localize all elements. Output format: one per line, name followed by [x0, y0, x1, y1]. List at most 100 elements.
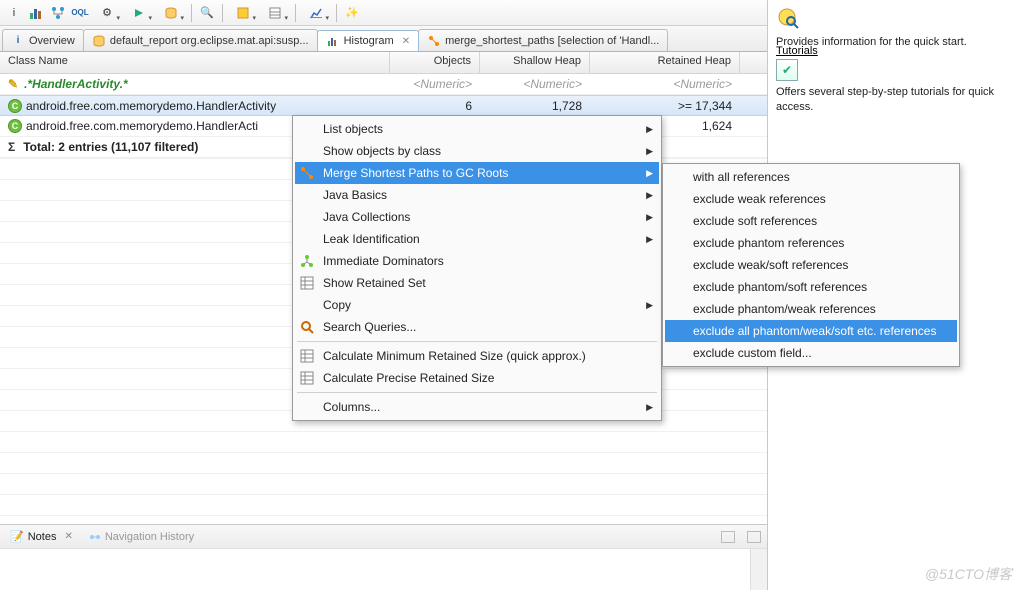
- class-icon: C: [8, 119, 22, 133]
- tutorials-icon[interactable]: ✔: [776, 59, 798, 81]
- path-icon: [299, 165, 315, 181]
- tab-overview[interactable]: i Overview: [2, 29, 84, 51]
- path-icon: [427, 34, 441, 48]
- menu-item-label: Leak Identification: [323, 232, 420, 246]
- regex-icon: ✎: [8, 77, 18, 91]
- menu-item-label: exclude soft references: [693, 214, 817, 228]
- oql-icon[interactable]: OQL: [70, 3, 90, 23]
- menu-item-label: Immediate Dominators: [323, 254, 444, 268]
- wand-icon[interactable]: ✨: [342, 3, 362, 23]
- close-icon[interactable]: ✕: [402, 36, 410, 47]
- menu-item-label: Calculate Minimum Retained Size (quick a…: [323, 349, 586, 363]
- search-icon[interactable]: 🔍: [197, 3, 217, 23]
- context-menu: List objects▶Show objects by class▶Merge…: [292, 115, 662, 421]
- numeric-filter[interactable]: <Numeric>: [480, 77, 590, 91]
- class-icon: C: [8, 99, 22, 113]
- info-icon[interactable]: i: [4, 3, 24, 23]
- menu-item[interactable]: Immediate Dominators: [295, 250, 659, 272]
- numeric-filter[interactable]: <Numeric>: [390, 77, 480, 91]
- menu-item-label: exclude all phantom/weak/soft etc. refer…: [693, 324, 936, 338]
- menu-item[interactable]: Show Retained Set: [295, 272, 659, 294]
- menu-item[interactable]: Calculate Minimum Retained Size (quick a…: [295, 345, 659, 367]
- gear-icon[interactable]: ⚙: [92, 3, 122, 23]
- menu-item-label: Calculate Precise Retained Size: [323, 371, 494, 385]
- main-toolbar: i OQL ⚙ 🔍 ✨: [0, 0, 767, 26]
- grid-icon: [299, 370, 315, 386]
- note-icon: 📝: [10, 530, 24, 543]
- menu-item[interactable]: exclude phantom/weak references: [665, 298, 957, 320]
- notes-view[interactable]: ▴: [0, 548, 767, 590]
- tab-navigation-history[interactable]: Navigation History: [85, 529, 198, 545]
- menu-item[interactable]: Show objects by class▶: [295, 140, 659, 162]
- menu-item[interactable]: with all references: [665, 166, 957, 188]
- tab-merge-shortest-paths[interactable]: merge_shortest_paths [selection of 'Hand…: [418, 29, 668, 51]
- menu-item[interactable]: exclude soft references: [665, 210, 957, 232]
- class-name-cell: android.free.com.memorydemo.HandlerActi: [26, 119, 258, 133]
- table-icon[interactable]: [260, 3, 290, 23]
- menu-item-label: Java Basics: [323, 188, 387, 202]
- menu-item-label: Merge Shortest Paths to GC Roots: [323, 166, 508, 180]
- menu-item[interactable]: exclude weak references: [665, 188, 957, 210]
- minimize-icon[interactable]: [721, 531, 735, 543]
- close-icon[interactable]: ✕: [64, 531, 72, 542]
- chevron-right-icon: ▶: [646, 212, 653, 223]
- db-icon: [92, 34, 106, 48]
- toolbar-separator: [222, 4, 223, 22]
- menu-item[interactable]: exclude custom field...: [665, 342, 957, 364]
- help-text: Offers several step-by-step tutorials fo…: [776, 85, 1012, 114]
- numeric-filter[interactable]: <Numeric>: [590, 77, 740, 91]
- maximize-icon[interactable]: [747, 531, 761, 543]
- scroll-up-icon[interactable]: ▴: [761, 551, 765, 560]
- run-icon[interactable]: [124, 3, 154, 23]
- menu-item-label: exclude weak references: [693, 192, 826, 206]
- objects-cell: 6: [390, 99, 480, 113]
- dom-icon: [299, 253, 315, 269]
- chevron-right-icon: ▶: [646, 234, 653, 245]
- menu-item[interactable]: Copy▶: [295, 294, 659, 316]
- tab-label: merge_shortest_paths [selection of 'Hand…: [445, 35, 659, 47]
- column-retained[interactable]: Retained Heap: [590, 52, 740, 73]
- column-shallow[interactable]: Shallow Heap: [480, 52, 590, 73]
- menu-item-label: Columns...: [323, 400, 380, 414]
- menu-item-label: with all references: [693, 170, 790, 184]
- menu-item-label: Copy: [323, 298, 351, 312]
- tab-label: Histogram: [344, 35, 394, 47]
- table-row[interactable]: Candroid.free.com.memorydemo.HandlerActi…: [0, 95, 767, 116]
- db-icon[interactable]: [156, 3, 186, 23]
- menu-item[interactable]: exclude weak/soft references: [665, 254, 957, 276]
- menu-item[interactable]: Columns...▶: [295, 396, 659, 418]
- column-objects[interactable]: Objects: [390, 52, 480, 73]
- tab-label: default_report org.eclipse.mat.api:susp.…: [110, 35, 309, 47]
- tab-notes[interactable]: 📝 Notes ✕: [6, 528, 77, 545]
- tab-label: Navigation History: [105, 531, 194, 543]
- histogram-icon[interactable]: [26, 3, 46, 23]
- menu-item[interactable]: Search Queries...: [295, 316, 659, 338]
- cube-icon[interactable]: [228, 3, 258, 23]
- toolbar-separator: [336, 4, 337, 22]
- menu-item[interactable]: Merge Shortest Paths to GC Roots▶: [295, 162, 659, 184]
- menu-item[interactable]: Java Collections ▶: [295, 206, 659, 228]
- chart-icon[interactable]: [301, 3, 331, 23]
- menu-item[interactable]: Java Basics▶: [295, 184, 659, 206]
- menu-item-label: exclude weak/soft references: [693, 258, 848, 272]
- menu-item[interactable]: exclude all phantom/weak/soft etc. refer…: [665, 320, 957, 342]
- menu-item-label: Show Retained Set: [323, 276, 426, 290]
- regex-input[interactable]: .*HandlerActivity.*: [24, 77, 128, 91]
- histogram-icon: [326, 34, 340, 48]
- table-header: Class Name Objects Shallow Heap Retained…: [0, 52, 767, 74]
- editor-tabs: i Overview default_report org.eclipse.ma…: [0, 26, 767, 52]
- tab-histogram[interactable]: Histogram ✕: [317, 30, 420, 52]
- menu-item[interactable]: exclude phantom/soft references: [665, 276, 957, 298]
- filter-row[interactable]: ✎ .*HandlerActivity.* <Numeric> <Numeric>…: [0, 74, 767, 95]
- menu-item[interactable]: exclude phantom references: [665, 232, 957, 254]
- tab-default-report[interactable]: default_report org.eclipse.mat.api:susp.…: [83, 29, 318, 51]
- column-class-name[interactable]: Class Name: [0, 52, 390, 73]
- menu-item[interactable]: Leak Identification ▶: [295, 228, 659, 250]
- class-name-cell: android.free.com.memorydemo.HandlerActiv…: [26, 99, 276, 113]
- menu-item-label: Java Collections: [323, 210, 410, 224]
- menu-item[interactable]: Calculate Precise Retained Size: [295, 367, 659, 389]
- tree-icon[interactable]: [48, 3, 68, 23]
- grid-icon: [299, 348, 315, 364]
- menu-item[interactable]: List objects▶: [295, 118, 659, 140]
- menu-item-label: Search Queries...: [323, 320, 416, 334]
